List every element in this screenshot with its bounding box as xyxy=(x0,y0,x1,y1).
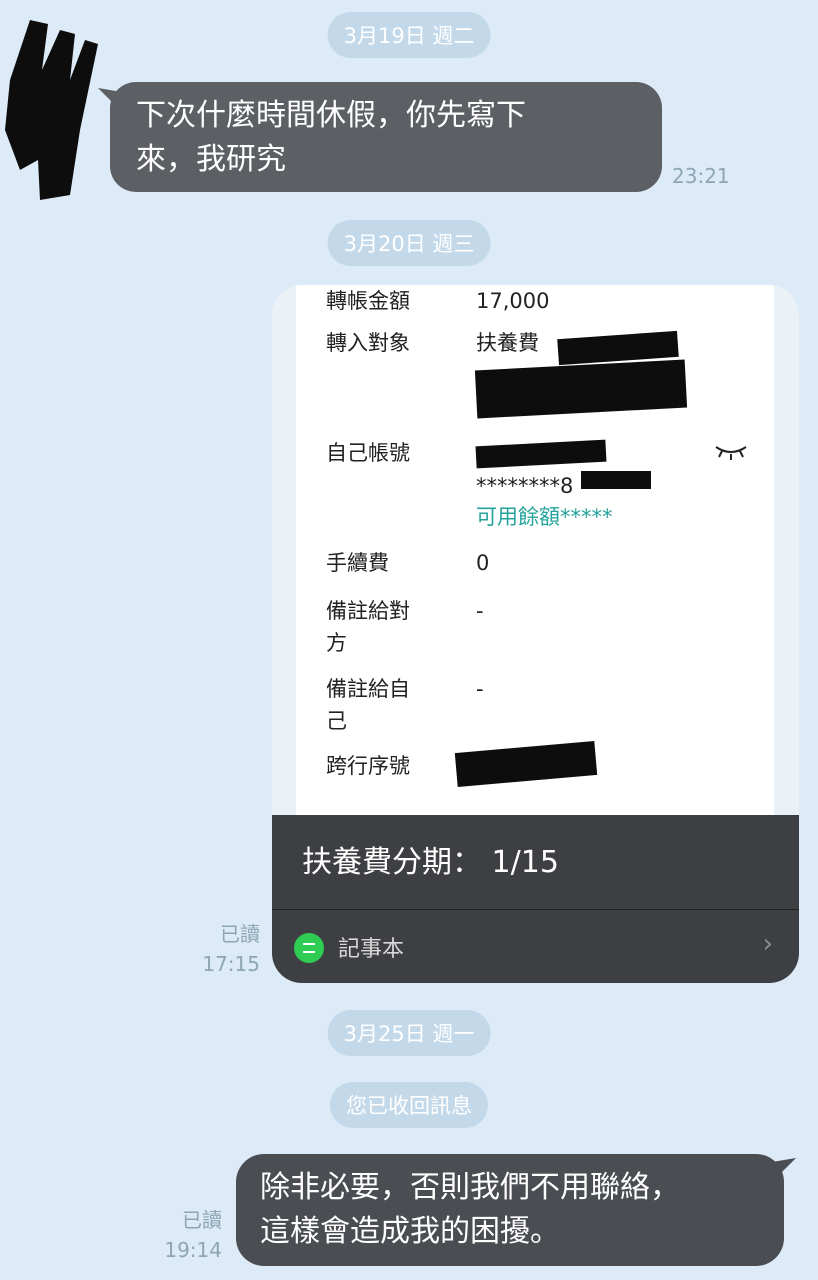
read-status: 已讀 xyxy=(220,922,260,946)
redaction-mark xyxy=(474,359,688,419)
label-interbank-serial: 跨行序號 xyxy=(326,754,410,778)
chevron-right-icon: › xyxy=(762,929,773,959)
shared-note-card[interactable]: 轉帳金額 17,000 轉入對象 扶養費 自己帳號 ********8 可用餘額… xyxy=(272,285,799,983)
value-recipient: 扶養費 xyxy=(476,331,539,355)
message-text-line1: 下次什麼時間休假，你先寫下 xyxy=(136,98,526,133)
redaction-mark xyxy=(454,740,598,788)
value-own-account: ********8 xyxy=(476,474,574,498)
label-own-account: 自己帳號 xyxy=(326,441,410,465)
open-notebook-link[interactable]: 記事本 › xyxy=(272,911,799,983)
value-amount: 17,000 xyxy=(476,289,550,313)
message-text-line1: 除非必要，否則我們不用聯絡， xyxy=(260,1170,680,1205)
redaction-mark xyxy=(581,471,651,489)
label-recipient: 轉入對象 xyxy=(326,331,410,355)
eye-closed-icon[interactable] xyxy=(714,443,748,461)
notebook-label: 記事本 xyxy=(338,937,405,962)
date-separator-mar19: 3月19日 週二 xyxy=(327,12,491,58)
available-balance: 可用餘額***** xyxy=(476,505,613,529)
label-note-to-recipient: 備註給對方 xyxy=(326,599,410,655)
message-time: 17:15 xyxy=(202,952,260,976)
transfer-receipt-image: 轉帳金額 17,000 轉入對象 扶養費 自己帳號 ********8 可用餘額… xyxy=(296,285,774,815)
avatar[interactable] xyxy=(0,10,110,200)
date-separator-mar25: 3月25日 週一 xyxy=(327,1010,491,1056)
redaction-mark xyxy=(475,439,607,469)
label-note-to-self: 備註給自己 xyxy=(326,677,410,733)
read-status: 已讀 xyxy=(182,1208,222,1232)
message-text-line2: 來，我研究 xyxy=(136,142,286,177)
note-panel[interactable]: 扶養費分期： 1/15 記事本 › xyxy=(272,815,799,983)
divider xyxy=(272,909,799,910)
outgoing-message-bubble[interactable]: 除非必要，否則我們不用聯絡， 這樣會造成我的困擾。 xyxy=(236,1154,796,1266)
recalled-message-notice: 您已收回訊息 xyxy=(330,1082,488,1128)
message-time: 19:14 xyxy=(164,1238,222,1262)
value-note-to-recipient: - xyxy=(476,599,484,623)
date-separator-mar20: 3月20日 週三 xyxy=(327,220,491,266)
note-title: 扶養費分期： 1/15 xyxy=(302,845,559,880)
label-amount: 轉帳金額 xyxy=(326,289,410,313)
message-text-line2: 這樣會造成我的困擾。 xyxy=(260,1214,560,1249)
message-time: 23:21 xyxy=(672,164,730,188)
notebook-icon xyxy=(294,933,324,963)
label-fee: 手續費 xyxy=(326,551,389,575)
incoming-message-bubble[interactable]: 下次什麼時間休假，你先寫下 來，我研究 xyxy=(98,82,662,192)
value-fee: 0 xyxy=(476,551,490,575)
value-note-to-self: - xyxy=(476,677,484,701)
